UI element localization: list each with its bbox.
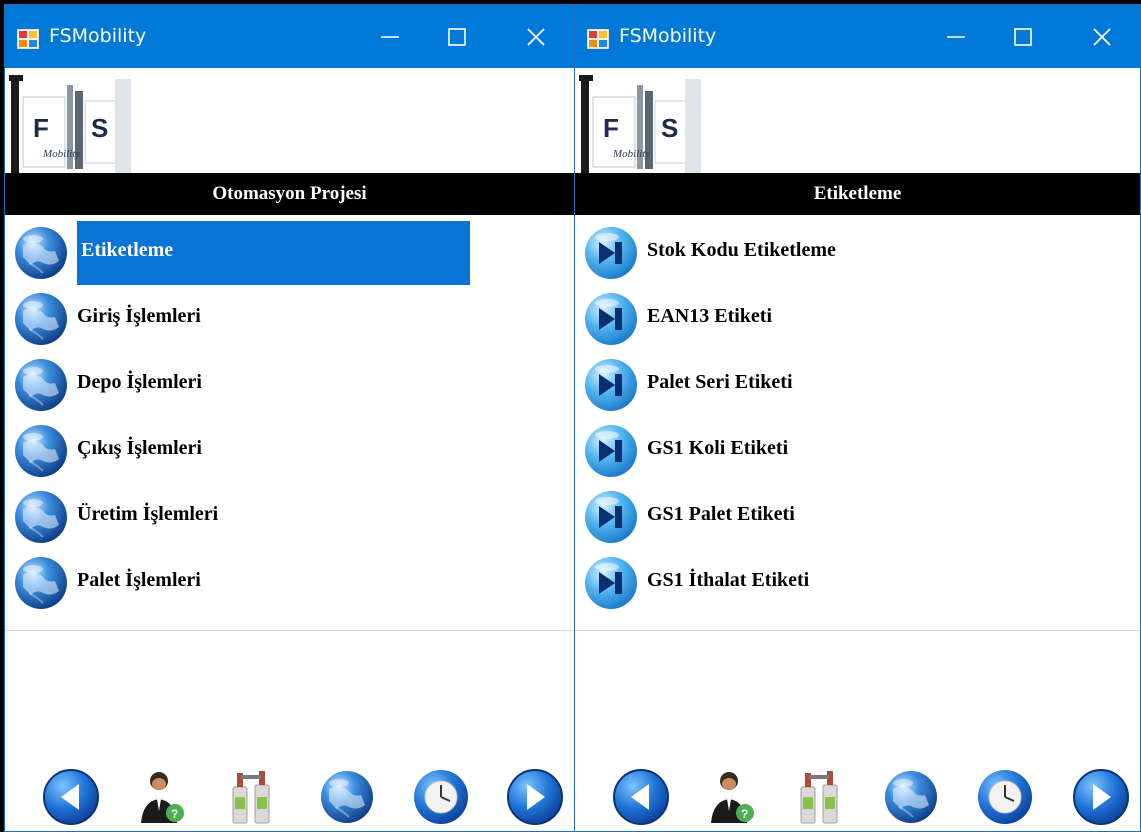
user-help-icon[interactable]: [701, 767, 761, 827]
skip-forward-icon: [581, 487, 641, 547]
globe-icon: [11, 421, 71, 481]
fs-mobility-logo: F S Mobility: [9, 75, 131, 173]
menu-item-label: Giriş İşlemleri: [77, 305, 201, 327]
globe-icon: [11, 289, 71, 349]
menu-item-label: Çıkış İşlemleri: [77, 437, 202, 459]
skip-forward-icon: [581, 289, 641, 349]
menu-item-gs1-koli-etiketi[interactable]: GS1 Koli Etiketi: [575, 415, 1140, 481]
menu-item-palet-seri-etiketi[interactable]: Palet Seri Etiketi: [575, 349, 1140, 415]
menu-item-label: GS1 Palet Etiketi: [647, 503, 795, 525]
skip-forward-icon: [581, 355, 641, 415]
globe-icon: [11, 553, 71, 613]
menu-item-label: Üretim İşlemleri: [77, 503, 219, 525]
menu-list: Etiketleme Giriş İşlemleri Depo İşlemler…: [5, 217, 574, 613]
logo-letter-f: F: [603, 113, 619, 143]
close-icon: [1093, 28, 1111, 46]
menu-item-label: Stok Kodu Etiketleme: [647, 239, 836, 261]
fsmobility-window-main-menu: FSMobility F S Mobility Otomasyon Projes…: [4, 4, 575, 832]
bottom-toolbar: [575, 763, 1140, 831]
menu-item-uretim-islemleri[interactable]: Üretim İşlemleri: [5, 481, 574, 547]
maximize-icon: [448, 28, 466, 46]
app-icon: [17, 29, 39, 49]
barcode-scanner-icon[interactable]: [221, 767, 281, 827]
bottom-toolbar: [5, 763, 574, 831]
logo-letter-f: F: [33, 113, 49, 143]
title-bar[interactable]: FSMobility: [575, 5, 1140, 68]
menu-item-palet-islemleri[interactable]: Palet İşlemleri: [5, 547, 574, 613]
list-divider: [5, 630, 574, 631]
menu-item-ean13-etiketi[interactable]: EAN13 Etiketi: [575, 283, 1140, 349]
minimize-button[interactable]: [934, 17, 978, 57]
minimize-icon: [947, 36, 965, 38]
globe-icon[interactable]: [881, 767, 941, 827]
menu-item-etiketleme[interactable]: Etiketleme: [5, 217, 574, 285]
globe-icon: [11, 487, 71, 547]
maximize-button[interactable]: [435, 17, 479, 57]
forward-arrow-icon[interactable]: [1071, 767, 1131, 827]
menu-item-gs1-palet-etiketi[interactable]: GS1 Palet Etiketi: [575, 481, 1140, 547]
skip-forward-icon: [581, 553, 641, 613]
menu-item-label: Depo İşlemleri: [77, 371, 202, 393]
clock-icon[interactable]: [411, 767, 471, 827]
window-title: FSMobility: [49, 25, 147, 47]
globe-icon: [11, 355, 71, 415]
logo-subtitle: Mobility: [612, 148, 650, 160]
window-title: FSMobility: [619, 25, 717, 47]
menu-item-label: Etiketleme: [81, 239, 174, 261]
logo-subtitle: Mobility: [42, 148, 80, 160]
back-arrow-icon[interactable]: [41, 767, 101, 827]
title-bar[interactable]: FSMobility: [5, 5, 574, 68]
globe-icon: [11, 223, 71, 283]
maximize-button[interactable]: [1001, 17, 1045, 57]
menu-item-giris-islemleri[interactable]: Giriş İşlemleri: [5, 283, 574, 349]
menu-item-cikis-islemleri[interactable]: Çıkış İşlemleri: [5, 415, 574, 481]
menu-item-label: Palet İşlemleri: [77, 569, 201, 591]
section-title-bar: Etiketleme: [575, 173, 1140, 215]
close-button[interactable]: [514, 17, 558, 57]
close-button[interactable]: [1080, 17, 1124, 57]
maximize-icon: [1014, 28, 1032, 46]
menu-item-label: Palet Seri Etiketi: [647, 371, 793, 393]
user-help-icon[interactable]: [131, 767, 191, 827]
section-title: Otomasyon Projesi: [212, 183, 367, 204]
fs-mobility-logo: F S Mobility: [579, 75, 701, 173]
app-icon: [587, 29, 609, 49]
forward-arrow-icon[interactable]: [505, 767, 565, 827]
menu-item-label: GS1 İthalat Etiketi: [647, 569, 810, 591]
barcode-scanner-icon[interactable]: [789, 767, 849, 827]
menu-item-label: EAN13 Etiketi: [647, 305, 772, 327]
fsmobility-window-etiketleme: FSMobility F S Mobility Etiketleme Stok …: [574, 4, 1141, 832]
menu-item-label: GS1 Koli Etiketi: [647, 437, 789, 459]
minimize-button[interactable]: [368, 17, 412, 57]
section-title: Etiketleme: [813, 183, 902, 204]
minimize-icon: [381, 36, 399, 38]
skip-forward-icon: [581, 223, 641, 283]
skip-forward-icon: [581, 421, 641, 481]
globe-icon[interactable]: [317, 767, 377, 827]
list-divider: [575, 630, 1140, 631]
close-icon: [527, 28, 545, 46]
logo-letter-s: S: [661, 113, 678, 143]
clock-icon[interactable]: [975, 767, 1035, 827]
back-arrow-icon[interactable]: [611, 767, 671, 827]
section-title-bar: Otomasyon Projesi: [5, 173, 574, 215]
menu-item-stok-kodu-etiketleme[interactable]: Stok Kodu Etiketleme: [575, 217, 1140, 283]
menu-item-depo-islemleri[interactable]: Depo İşlemleri: [5, 349, 574, 415]
menu-item-gs1-ithalat-etiketi[interactable]: GS1 İthalat Etiketi: [575, 547, 1140, 613]
logo-letter-s: S: [91, 113, 108, 143]
menu-list: Stok Kodu Etiketleme EAN13 Etiketi Palet…: [575, 217, 1140, 613]
